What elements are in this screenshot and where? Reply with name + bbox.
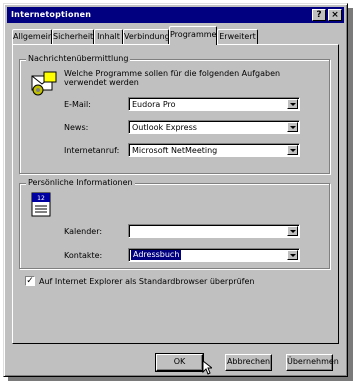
personal-info-group-label: Persönliche Informationen xyxy=(26,178,135,187)
address-book-icon: 12 xyxy=(31,192,51,217)
help-button[interactable]: ? xyxy=(312,9,326,21)
contacts-value: Adressbuch xyxy=(131,250,182,260)
internetcall-label: Internetanruf: xyxy=(64,146,120,155)
default-browser-label: Auf Internet Explorer als Standardbrowse… xyxy=(39,277,255,286)
messaging-group: Nachrichtenübermittlung Welche Programme… xyxy=(19,54,330,174)
chevron-down-icon[interactable] xyxy=(287,122,298,132)
apply-button[interactable]: Übernehmen xyxy=(286,354,339,371)
tab-programme[interactable]: Programme xyxy=(169,26,217,45)
email-value: Eudora Pro xyxy=(132,100,176,109)
messaging-icon xyxy=(31,71,57,96)
messaging-group-label: Nachrichtenübermittlung xyxy=(26,54,131,63)
ok-button[interactable]: OK xyxy=(155,353,204,372)
email-label: E-Mail: xyxy=(64,100,91,109)
calendar-label: Kalender: xyxy=(64,227,103,236)
tab-allgemein[interactable]: Allgemein xyxy=(12,29,53,44)
personal-info-group: Persönliche Informationen 12 Kalender: K… xyxy=(19,178,330,269)
tab-erweitert[interactable]: Erweitert xyxy=(217,29,258,44)
window-title: Internetoptionen xyxy=(11,10,92,19)
tab-verbindung[interactable]: Verbindung xyxy=(123,29,170,44)
messaging-description: Welche Programme sollen für die folgende… xyxy=(64,69,281,87)
title-bar: Internetoptionen ? × xyxy=(7,7,344,23)
contacts-combo[interactable]: Adressbuch xyxy=(128,248,300,262)
chevron-down-icon[interactable] xyxy=(287,99,298,109)
close-button[interactable]: × xyxy=(328,9,342,21)
news-combo[interactable]: Outlook Express xyxy=(128,120,300,134)
svg-text:12: 12 xyxy=(37,195,45,202)
chevron-down-icon[interactable] xyxy=(287,145,298,155)
email-combo[interactable]: Eudora Pro xyxy=(128,97,300,111)
default-browser-checkbox[interactable]: ✓ xyxy=(25,276,35,286)
contacts-label: Kontakte: xyxy=(64,251,103,260)
internetcall-combo[interactable]: Microsoft NetMeeting xyxy=(128,143,300,157)
tab-panel-programme: Nachrichtenübermittlung Welche Programme… xyxy=(12,44,339,344)
news-value: Outlook Express xyxy=(132,123,197,132)
internetcall-value: Microsoft NetMeeting xyxy=(132,146,218,155)
internet-options-dialog: Internetoptionen ? × Allgemein Sicherhei… xyxy=(3,3,348,377)
news-label: News: xyxy=(64,123,89,132)
chevron-down-icon[interactable] xyxy=(287,250,298,260)
calendar-combo[interactable] xyxy=(128,224,300,238)
chevron-down-icon[interactable] xyxy=(287,226,298,236)
mouse-cursor-icon xyxy=(202,360,212,375)
cancel-button[interactable]: Abbrechen xyxy=(225,354,272,371)
tab-sicherheit[interactable]: Sicherheit xyxy=(52,29,94,44)
tab-inhalt[interactable]: Inhalt xyxy=(94,29,123,44)
